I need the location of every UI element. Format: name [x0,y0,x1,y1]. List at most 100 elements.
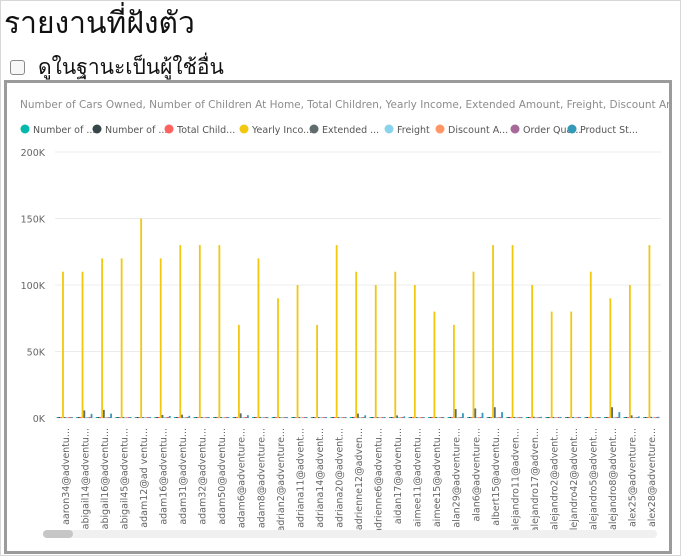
bar[interactable] [382,417,384,418]
bar[interactable] [449,417,452,418]
bar[interactable] [305,417,308,418]
bar[interactable] [547,417,549,418]
bar[interactable] [319,417,322,418]
bar[interactable] [413,285,416,418]
bar[interactable] [115,417,118,418]
bar[interactable] [58,417,61,418]
bar[interactable] [454,409,457,418]
bar[interactable] [397,417,400,418]
bar[interactable] [360,417,363,418]
scrollbar-thumb[interactable] [43,530,73,538]
bar[interactable] [252,417,254,418]
bar[interactable] [257,258,260,418]
bar[interactable] [458,417,461,418]
bar[interactable] [517,417,519,418]
bar[interactable] [477,417,480,418]
bar[interactable] [511,245,514,418]
bar[interactable] [108,417,111,418]
bar[interactable] [364,415,367,418]
bar[interactable] [165,417,168,418]
bar[interactable] [90,413,93,418]
bar[interactable] [175,417,178,418]
bar[interactable] [186,417,189,418]
bar[interactable] [515,417,518,418]
bar[interactable] [554,417,557,418]
bar[interactable] [222,417,224,418]
bar[interactable] [373,417,375,418]
bar[interactable] [564,417,567,418]
bar[interactable] [102,409,105,418]
bar[interactable] [339,417,342,418]
bar[interactable] [156,417,159,418]
bar[interactable] [472,271,475,418]
bar[interactable] [625,417,628,418]
bar[interactable] [204,417,207,418]
bar[interactable] [184,417,187,418]
bar[interactable] [88,417,91,418]
bar[interactable] [396,415,398,418]
bar[interactable] [440,417,443,418]
bar[interactable] [616,417,619,418]
bar[interactable] [533,416,535,418]
bar[interactable] [392,417,395,418]
bar[interactable] [506,417,509,418]
bar[interactable] [247,415,249,418]
bar[interactable] [286,417,288,418]
bar[interactable] [241,417,244,418]
bar[interactable] [278,417,281,418]
bar[interactable] [173,417,176,418]
bar[interactable] [453,324,455,418]
legend-marker[interactable] [435,124,445,134]
bar[interactable] [548,417,551,418]
bar[interactable] [62,271,64,418]
bar[interactable] [310,417,313,418]
legend-marker[interactable] [239,124,249,134]
bar[interactable] [332,417,334,418]
bar[interactable] [383,417,386,418]
bar[interactable] [573,417,576,418]
bar[interactable] [342,417,345,418]
bar[interactable] [380,417,383,418]
bar[interactable] [593,417,596,418]
bar[interactable] [316,324,319,418]
view-as-checkbox[interactable] [10,59,25,75]
bar[interactable] [333,417,336,418]
bar[interactable] [636,417,638,418]
bar[interactable] [213,417,215,418]
bar[interactable] [394,271,397,418]
bar[interactable] [110,413,112,418]
bar[interactable] [63,417,66,418]
bar[interactable] [216,417,219,418]
bar[interactable] [232,417,235,418]
bar[interactable] [657,416,660,418]
bar[interactable] [227,417,230,418]
bar[interactable] [161,414,164,418]
bar[interactable] [243,417,246,418]
bar[interactable] [291,417,294,418]
bar[interactable] [495,417,498,418]
bar[interactable] [412,417,414,418]
view-as-toggle[interactable]: ดูในฐานะเป็นผู้ใช้อื่น [10,54,224,80]
bar[interactable] [577,417,580,418]
bar[interactable] [607,417,610,418]
bar[interactable] [87,417,89,418]
bar[interactable] [266,417,269,418]
bar[interactable] [282,417,285,418]
bar[interactable] [559,417,562,418]
bar[interactable] [167,417,169,418]
legend-label[interactable]: Freight [397,125,430,136]
bar[interactable] [605,417,608,418]
bar[interactable] [202,417,205,418]
bar[interactable] [525,417,528,418]
bar[interactable] [579,417,582,418]
bar[interactable] [652,417,654,418]
bar[interactable] [293,417,295,418]
bar[interactable] [218,245,221,418]
bar[interactable] [591,417,594,418]
bar[interactable] [572,417,574,418]
bar[interactable] [536,417,539,418]
bar[interactable] [623,417,626,418]
bar[interactable] [273,417,276,418]
bar[interactable] [245,417,248,418]
bar[interactable] [451,417,454,418]
